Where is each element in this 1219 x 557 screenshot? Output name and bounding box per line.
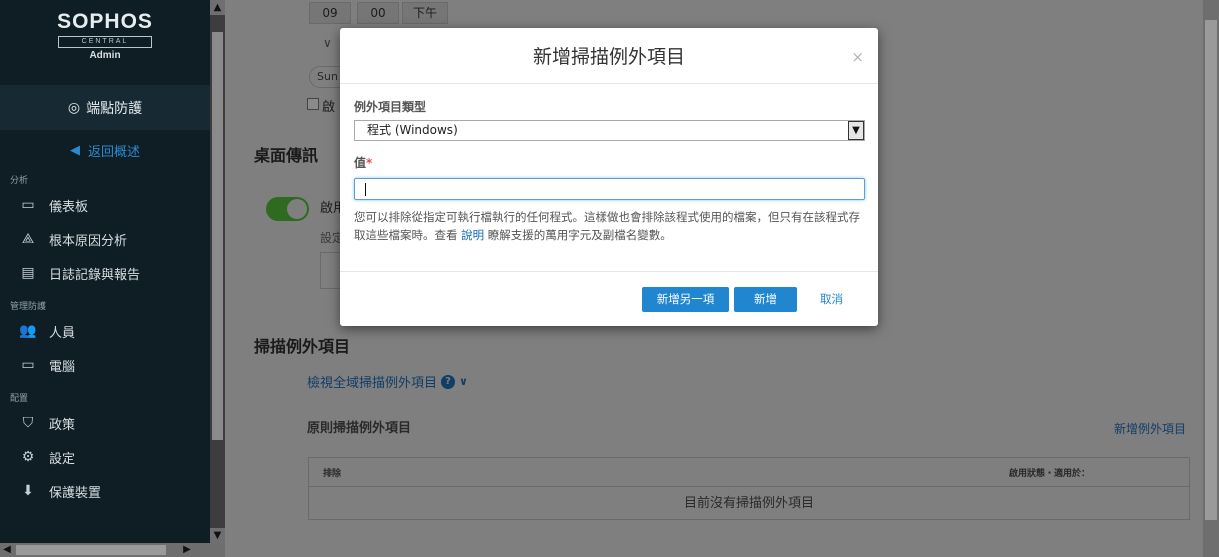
select-value: 程式 (Windows) [367,123,458,137]
add-another-button[interactable]: 新增另一項 [642,287,729,312]
section-label-analysis: 分析 [10,176,29,186]
sidebar-scroll-thumb[interactable] [212,32,223,440]
sidebar-item-protect-devices[interactable]: ⬇ 保護裝置 [0,474,210,508]
exclusions-table: 排除 啟用狀態・適用於： 目前沒有掃描例外項目 [308,457,1190,520]
add-exclusion-link[interactable]: 新增例外項目 [1114,420,1186,437]
empty-table-message: 目前沒有掃描例外項目 [683,496,814,511]
scan-exclusions-heading: 掃描例外項目 [254,337,351,356]
help-text-post: 瞭解支援的萬用字元及副檔名變數。 [484,228,672,242]
logo-subtitle: CENTRAL [58,36,152,48]
enable-checkbox[interactable] [307,98,319,110]
checkbox-label: 啟 [322,100,336,115]
sidebar-item-policies[interactable]: ⛉ 政策 [0,406,210,440]
required-marker: * [366,156,373,170]
sidebar-item-label: 根本原因分析 [49,233,128,249]
scroll-right-icon[interactable]: ▶ [180,543,194,557]
value-label: 值* [354,154,865,172]
column-header-exclusion[interactable]: 排除 [323,466,341,479]
sidebar-scrollbar[interactable]: ▲ ▼ [210,0,225,543]
sidebar-item-computers[interactable]: ▭ 電腦 [0,348,210,382]
help-text: 您可以排除從指定可執行檔執行的任何程式。這樣做也會排除該程式使用的檔案，但只有在… [354,208,865,244]
chevron-left-icon: ◀ [69,142,80,158]
toggle-knob [287,199,307,219]
product-label: 端點防護 [86,100,143,117]
product-selector[interactable]: ◎ 端點防護 [0,85,210,130]
dialog-body: 例外項目類型 程式 (Windows) ▼ 值* 您可以排除從指定可執行檔執行的… [340,84,878,244]
column-header-status[interactable]: 啟用狀態・適用於： [1009,466,1090,479]
sidebar-item-label: 政策 [49,417,76,433]
sidebar-horizontal-scrollbar[interactable]: ◀ ▶ [0,543,225,557]
download-icon: ⬇ [22,483,34,499]
policy-exclusions-heading: 原則掃描例外項目 [307,421,412,436]
sidebar-item-label: 人員 [49,325,76,341]
logo-role: Admin [89,50,121,61]
dialog-title: 新增掃描例外項目 [532,46,685,68]
horizontal-scroll-thumb[interactable] [16,545,166,555]
logo: SOPHOS CENTRAL Admin [0,0,210,85]
view-global-exclusions-link[interactable]: 檢視全域掃描例外項目 ? ∨ [307,372,468,391]
sidebar-item-dashboard[interactable]: ▭ 儀表板 [0,188,210,222]
desktop-messaging-heading: 桌面傳訊 [254,146,319,165]
root-cause-icon: ⟁ [21,231,35,247]
exclusion-type-select[interactable]: 程式 (Windows) ▼ [354,120,865,141]
scroll-up-icon[interactable]: ▲ [210,0,225,15]
close-icon[interactable]: × [851,48,864,66]
logo-title: SOPHOS [57,10,153,33]
sidebar-item-label: 保護裝置 [49,485,102,501]
dialog-header: 新增掃描例外項目 × [340,28,878,84]
shield-icon: ⛉ [22,415,34,431]
section-label-manage: 管理防護 [10,302,47,312]
computer-icon: ▭ [21,357,35,373]
ampm-toggle[interactable]: 下午 [402,2,448,24]
help-link[interactable]: 說明 [461,228,484,242]
chevron-down-icon[interactable]: ▼ [848,121,864,140]
cancel-button[interactable]: 取消 [820,287,843,312]
hour-field[interactable]: 09 [309,2,351,24]
main-scroll-thumb[interactable] [1205,20,1217,520]
minute-field[interactable]: 00 [357,2,399,24]
sidebar-item-people[interactable]: 👥 人員 [0,314,210,348]
text-caret [365,183,366,196]
gear-icon: ⚙ [21,449,35,465]
chevron-down-icon[interactable]: ∨ [323,36,332,50]
dashboard-icon: ▭ [21,197,35,213]
help-icon[interactable]: ? [441,374,456,389]
target-icon: ◎ [67,99,81,116]
exclusion-value-input[interactable] [354,178,865,200]
scroll-down-icon[interactable]: ▼ [210,528,225,543]
sidebar-item-settings[interactable]: ⚙ 設定 [0,440,210,474]
section-label-config: 配置 [10,394,29,404]
back-label: 返回概述 [87,144,140,160]
chevron-down-icon[interactable]: ∨ [459,375,468,388]
sidebar-item-label: 電腦 [49,359,76,375]
sidebar-item-reports[interactable]: ▤ 日誌記錄與報告 [0,256,210,290]
sidebar-item-label: 設定 [49,451,76,467]
link-label: 檢視全域掃描例外項目 [307,376,438,391]
dialog-footer: 新增另一項 新增 取消 [340,271,878,326]
table-header: 排除 啟用狀態・適用於： [309,458,1189,487]
sidebar-item-label: 儀表板 [49,199,89,215]
add-scan-exclusion-dialog: 新增掃描例外項目 × 例外項目類型 程式 (Windows) ▼ 值* 您可以排… [340,28,878,326]
main-scrollbar[interactable] [1203,0,1219,557]
exclusion-type-label: 例外項目類型 [354,100,427,114]
report-icon: ▤ [21,265,35,281]
value-label-text: 值 [354,156,367,170]
sidebar: SOPHOS CENTRAL Admin ◎ 端點防護 ◀ 返回概述 分析 ▭ … [0,0,210,543]
scroll-left-icon[interactable]: ◀ [0,543,14,557]
add-button[interactable]: 新增 [734,287,797,312]
desktop-messaging-toggle[interactable] [266,197,309,221]
sidebar-item-label: 日誌記錄與報告 [49,267,141,283]
sidebar-item-root-cause[interactable]: ⟁ 根本原因分析 [0,222,210,256]
back-to-overview-link[interactable]: ◀ 返回概述 [0,130,210,170]
people-icon: 👥 [19,323,37,339]
